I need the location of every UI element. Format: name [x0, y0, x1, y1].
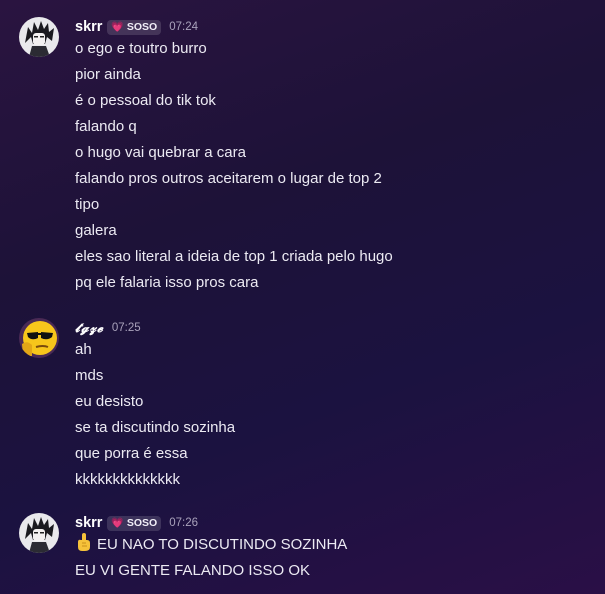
message-line: galera: [75, 222, 117, 239]
message-line: ah: [75, 341, 92, 358]
username[interactable]: skrr: [75, 19, 102, 35]
message-line: pior ainda: [75, 66, 141, 83]
sunglasses-emoji-avatar-icon: [19, 318, 59, 358]
tag-label: SOSO: [126, 21, 158, 33]
message-text: EU NAO TO DISCUTINDO SOZINHA: [97, 536, 348, 553]
message-line: eu desisto: [75, 393, 144, 410]
avatar[interactable]: [19, 513, 59, 553]
message-line: que porra é essa: [75, 445, 188, 462]
message-line: tipo: [75, 196, 100, 213]
message-line: EU VI GENTE FALANDO ISSO OK: [75, 562, 311, 579]
message-line: mds: [75, 367, 104, 384]
username[interactable]: skrr: [75, 515, 102, 531]
timestamp[interactable]: 07:26: [169, 517, 198, 529]
message-line: o hugo vai quebrar a cara: [75, 144, 246, 161]
message-line: se ta discutindo sozinha: [75, 419, 236, 436]
timestamp[interactable]: 07:24: [169, 21, 198, 33]
pointing-up-hand-icon: [75, 532, 93, 561]
message-header: 𝓽𝓰𝔃𝓮 07:25: [75, 318, 141, 338]
message-line: o ego e toutro burro: [75, 40, 207, 57]
tag-label: SOSO: [126, 517, 158, 529]
message-lines: EU NAO TO DISCUTINDO SOZINHA EU VI GENTE…: [75, 532, 347, 584]
message-lines: ah mds eu desisto se ta discutindo sozin…: [75, 337, 235, 493]
message-line: falando pros outros aceitarem o lugar de…: [75, 170, 382, 187]
message-line: falando q: [75, 118, 137, 135]
server-tag-badge[interactable]: 💗 SOSO: [107, 515, 162, 531]
message-line: pq ele falaria isso pros cara: [75, 274, 259, 291]
anime-avatar-icon: [19, 513, 59, 553]
avatar[interactable]: [19, 17, 59, 57]
timestamp[interactable]: 07:25: [112, 322, 141, 334]
message-line: é o pessoal do tik tok: [75, 92, 216, 109]
message-lines: o ego e toutro burro pior ainda é o pess…: [75, 36, 393, 296]
message-header: skrr 💗 SOSO 07:24: [75, 17, 198, 37]
heart-icon: 💗: [111, 21, 124, 33]
heart-icon: 💗: [111, 517, 124, 529]
username[interactable]: 𝓽𝓰𝔃𝓮: [75, 321, 104, 336]
message-line: kkkkkkkkkkkkkk: [75, 471, 180, 488]
message-header: skrr 💗 SOSO 07:26: [75, 513, 198, 533]
avatar[interactable]: [19, 318, 59, 358]
message-line: EU NAO TO DISCUTINDO SOZINHA: [75, 532, 347, 558]
anime-avatar-icon: [19, 17, 59, 57]
message-line: eles sao literal a ideia de top 1 criada…: [75, 248, 393, 265]
server-tag-badge[interactable]: 💗 SOSO: [107, 19, 162, 35]
